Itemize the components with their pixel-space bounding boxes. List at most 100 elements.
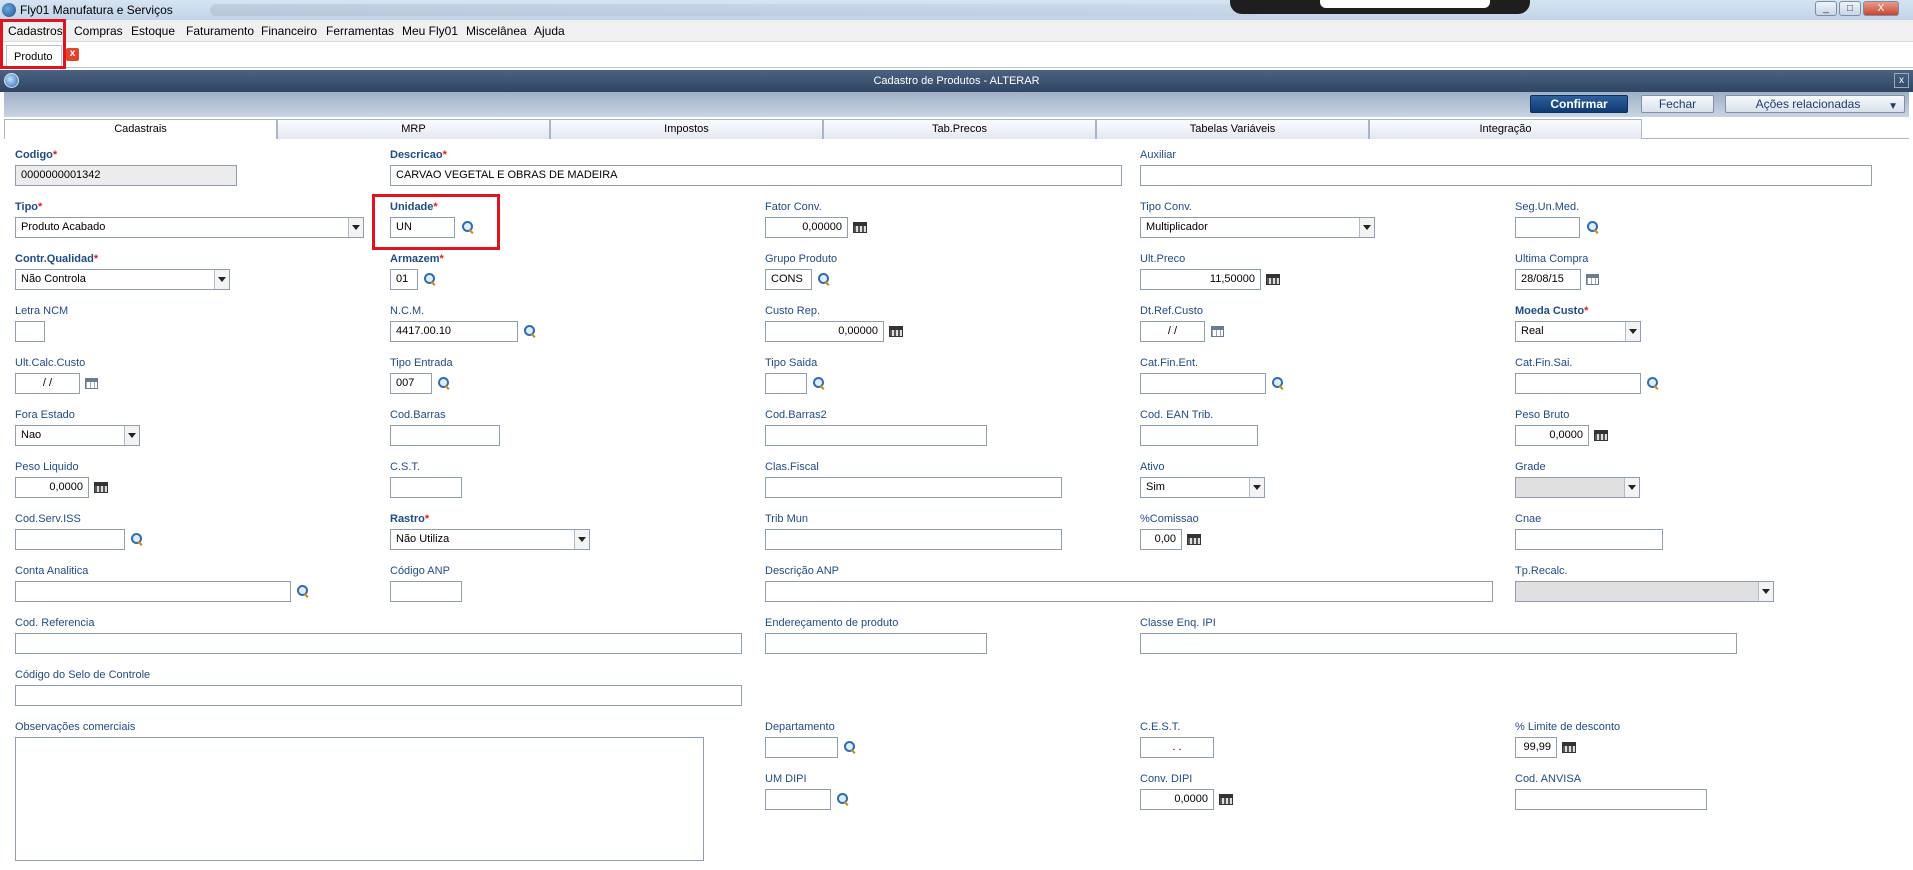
armazem-field[interactable]: 01 [390, 269, 418, 290]
letra-ncm-field[interactable] [15, 321, 45, 342]
search-icon[interactable] [1586, 220, 1600, 234]
peso-bruto-field[interactable]: 0,0000 [1515, 425, 1589, 446]
menu-meu-fly01[interactable]: Meu Fly01 [402, 24, 458, 38]
codigo-anp-field[interactable] [390, 581, 462, 602]
clas-fiscal-field[interactable] [765, 477, 1062, 498]
cod-anvisa-field[interactable] [1515, 789, 1707, 810]
cod-barras2-field[interactable] [765, 425, 987, 446]
search-icon[interactable] [461, 220, 475, 234]
tipo-select[interactable]: Produto Acabado [15, 217, 364, 238]
calendar-icon[interactable] [85, 378, 98, 389]
search-icon[interactable] [130, 532, 144, 546]
close-tab-icon[interactable]: x [66, 48, 79, 61]
calculator-icon[interactable] [94, 482, 108, 493]
search-icon[interactable] [523, 324, 537, 338]
cnae-field[interactable] [1515, 529, 1663, 550]
calculator-icon[interactable] [853, 222, 867, 233]
classe-enq-ipi-field[interactable] [1140, 633, 1737, 654]
cod-serv-iss-field[interactable] [15, 529, 125, 550]
menu-financeiro[interactable]: Financeiro [261, 24, 317, 38]
auxiliar-field[interactable] [1140, 165, 1872, 186]
limite-desconto-field[interactable]: 99,99 [1515, 737, 1557, 758]
tipo-conv-select[interactable]: Multiplicador [1140, 217, 1375, 238]
calculator-icon[interactable] [1187, 534, 1201, 545]
conv-dipi-field[interactable]: 0,0000 [1140, 789, 1214, 810]
minimize-button[interactable]: _ [1815, 1, 1837, 16]
enderecamento-field[interactable] [765, 633, 987, 654]
confirm-button[interactable]: Confirmar [1530, 95, 1628, 113]
calendar-icon[interactable] [1586, 274, 1599, 285]
descricao-field[interactable]: CARVAO VEGETAL E OBRAS DE MADEIRA [390, 165, 1122, 186]
cod-ean-trib-field[interactable] [1140, 425, 1258, 446]
tab-mrp[interactable]: MRP [277, 119, 550, 139]
codigo-field[interactable]: 0000000001342 [15, 165, 237, 186]
ativo-select[interactable]: Sim [1140, 477, 1265, 498]
fora-estado-select[interactable]: Nao [15, 425, 140, 446]
calculator-icon[interactable] [1219, 794, 1233, 805]
search-icon[interactable] [1271, 376, 1285, 390]
search-icon[interactable] [836, 792, 850, 806]
custo-rep-field[interactable]: 0,00000 [765, 321, 884, 342]
tab-tab-precos[interactable]: Tab.Precos [823, 119, 1096, 139]
departamento-field[interactable] [765, 737, 838, 758]
document-tab-produto[interactable]: Produto [6, 45, 62, 66]
menu-estoque[interactable]: Estoque [131, 24, 175, 38]
search-icon[interactable] [437, 376, 451, 390]
menu-cadastros[interactable]: Cadastros [8, 24, 63, 38]
grade-select[interactable] [1515, 477, 1640, 498]
calculator-icon[interactable] [1594, 430, 1608, 441]
unidade-field[interactable]: UN [390, 217, 455, 238]
maximize-button[interactable]: □ [1839, 1, 1861, 16]
cod-referencia-field[interactable] [15, 633, 742, 654]
tp-recalc-select[interactable] [1515, 581, 1774, 602]
cat-fin-sai-field[interactable] [1515, 373, 1641, 394]
fator-conv-field[interactable]: 0,00000 [765, 217, 848, 238]
comissao-field[interactable]: 0,00 [1140, 529, 1182, 550]
descricao-anp-field[interactable] [765, 581, 1493, 602]
search-icon[interactable] [817, 272, 831, 286]
ult-calc-custo-field[interactable]: / / [15, 373, 80, 394]
ultima-compra-field[interactable]: 28/08/15 [1515, 269, 1581, 290]
ult-preco-field[interactable]: 11,50000 [1140, 269, 1261, 290]
um-dipi-field[interactable] [765, 789, 831, 810]
close-button[interactable]: Fechar [1641, 95, 1714, 113]
menu-compras[interactable]: Compras [74, 24, 123, 38]
cat-fin-ent-field[interactable] [1140, 373, 1266, 394]
search-icon[interactable] [812, 376, 826, 390]
tipo-entrada-field[interactable]: 007 [390, 373, 432, 394]
close-form-icon[interactable]: x [1894, 73, 1909, 88]
menu-miscelanea[interactable]: Miscelânea [466, 24, 527, 38]
tab-tabelas-variaveis[interactable]: Tabelas Variáveis [1096, 119, 1369, 139]
cst-field[interactable] [390, 477, 462, 498]
seg-un-med-field[interactable] [1515, 217, 1580, 238]
cest-field[interactable]: . . [1140, 737, 1214, 758]
calculator-icon[interactable] [1562, 742, 1576, 753]
tipo-saida-field[interactable] [765, 373, 807, 394]
menu-ajuda[interactable]: Ajuda [534, 24, 565, 38]
related-actions-button[interactable]: Ações relacionadas ▼ [1725, 95, 1905, 113]
search-icon[interactable] [423, 272, 437, 286]
grupo-produto-field[interactable]: CONS [765, 269, 812, 290]
calculator-icon[interactable] [889, 326, 903, 337]
contr-qualidade-select[interactable]: Não Controla [15, 269, 230, 290]
rastro-select[interactable]: Não Utiliza [390, 529, 590, 550]
search-icon[interactable] [1646, 376, 1660, 390]
menu-faturamento[interactable]: Faturamento [186, 24, 254, 38]
search-icon[interactable] [296, 584, 310, 598]
peso-liquido-field[interactable]: 0,0000 [15, 477, 89, 498]
conta-analitica-field[interactable] [15, 581, 291, 602]
calendar-icon[interactable] [1211, 326, 1224, 337]
close-window-button[interactable]: X [1863, 1, 1899, 16]
trib-mun-field[interactable] [765, 529, 1062, 550]
moeda-custo-select[interactable]: Real [1515, 321, 1641, 342]
dt-ref-custo-field[interactable]: / / [1140, 321, 1205, 342]
cod-barras-field[interactable] [390, 425, 500, 446]
menu-ferramentas[interactable]: Ferramentas [326, 24, 394, 38]
obs-comerciais-textarea[interactable] [15, 737, 704, 861]
tab-cadastrais[interactable]: Cadastrais [4, 119, 277, 140]
calculator-icon[interactable] [1266, 274, 1280, 285]
codigo-selo-field[interactable] [15, 685, 742, 706]
ncm-field[interactable]: 4417.00.10 [390, 321, 518, 342]
search-icon[interactable] [843, 740, 857, 754]
tab-integracao[interactable]: Integração [1369, 119, 1642, 139]
